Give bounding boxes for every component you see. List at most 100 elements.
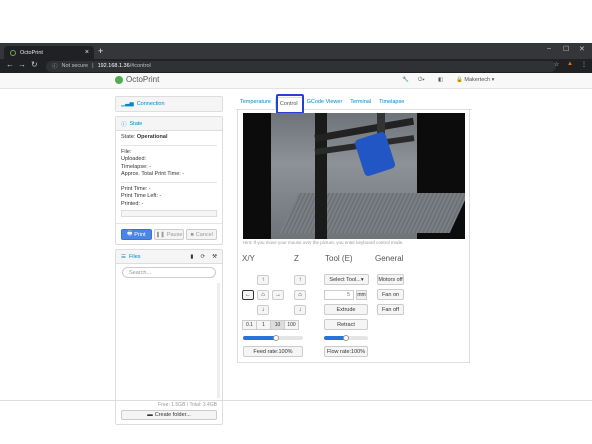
job-buttons: 🖶 Print ❚❚ Pause ■ Cancel [116, 227, 222, 244]
feed-rate-button[interactable]: Feed rate:100% [243, 346, 303, 357]
print-button[interactable]: 🖶 Print [121, 229, 152, 240]
brand[interactable]: OctoPrint [115, 75, 159, 84]
wrench-icon[interactable]: 🔧 [402, 77, 409, 83]
divider [121, 144, 217, 146]
state-header[interactable]: ⓘ State [116, 117, 222, 131]
tab-terminal[interactable]: Terminal [346, 96, 375, 109]
maximize-icon[interactable]: ☐ [563, 45, 569, 53]
jog-z-plus-button[interactable]: ↑ [294, 275, 306, 285]
file-icon[interactable]: ▮ [190, 254, 193, 260]
flow-rate-button[interactable]: Flow rate:100% [324, 346, 368, 357]
url-host: 192.168.1.36 [97, 63, 130, 69]
webcam-image [271, 113, 465, 239]
state-line: State: Operational [121, 134, 217, 142]
mm-unit: mm [356, 290, 367, 300]
feed-rate-fill [243, 336, 276, 340]
step-size-group: 0.1 1 10 100 [242, 320, 299, 330]
jog-y-minus-button[interactable]: ↓ [257, 305, 269, 315]
info-icon: ⓘ [52, 64, 58, 70]
jog-x-minus-button[interactable]: ← [242, 290, 254, 300]
home-xy-button[interactable]: ⌂ [257, 290, 269, 300]
tab-gcode-viewer[interactable]: GCode Viewer [303, 96, 347, 109]
url-path: /#control [129, 63, 151, 69]
browser-tab[interactable]: OctoPrint × [4, 46, 94, 59]
connection-header[interactable]: ▁▃▅ Connection [116, 97, 222, 111]
state-panel: ⓘ State State: Operational File: Uploaded… [115, 116, 223, 245]
address-bar[interactable]: ⓘ Not secure | 192.168.1.36/#control [46, 60, 556, 72]
info-circle-icon: ⓘ [121, 121, 127, 128]
notifications-icon[interactable]: ◧ [438, 77, 443, 83]
reload-icon[interactable]: ↻ [31, 60, 38, 69]
wrench-icon[interactable]: ⚒ [212, 254, 217, 260]
home-z-button[interactable]: ⌂ [294, 290, 306, 300]
select-tool-dropdown[interactable]: Select Tool... ▾ [324, 274, 369, 285]
z-heading: Z [294, 254, 299, 263]
step-button[interactable]: 100 [284, 320, 299, 330]
tab-temperature[interactable]: Temperature [236, 96, 275, 109]
motors-off-button[interactable]: Motors off [377, 274, 404, 285]
fan-on-button[interactable]: Fan on [377, 289, 404, 300]
menu-icon[interactable]: ⋮ [581, 61, 587, 68]
stop-icon: ■ [190, 231, 194, 238]
files-search-input[interactable]: Search... [122, 267, 216, 278]
url-divider: | [92, 63, 94, 69]
step-button[interactable]: 0.1 [242, 320, 257, 330]
files-header[interactable]: ☰ Files ▮ ⟳ ⚒ [116, 250, 222, 264]
jog-z-minus-button[interactable]: ↓ [294, 305, 306, 315]
files-scrollbar[interactable] [217, 283, 220, 398]
fan-off-label: Fan off [381, 306, 400, 313]
flow-rate-handle[interactable] [343, 335, 349, 341]
pause-label: Pause [166, 231, 183, 238]
retract-label: Retract [337, 321, 355, 328]
brand-name: OctoPrint [126, 75, 160, 84]
print-bed [279, 193, 465, 233]
keyboard-hint: Hint: If you move your mouse over the pi… [243, 240, 404, 245]
file-line: File: [121, 148, 132, 155]
divider [116, 223, 222, 224]
fan-off-button[interactable]: Fan off [377, 304, 404, 315]
feed-rate-handle[interactable] [273, 335, 279, 341]
print-label: Print [134, 231, 146, 238]
jog-y-plus-button[interactable]: ↑ [257, 275, 269, 285]
new-tab-icon[interactable]: + [98, 46, 103, 56]
list-icon: ☰ [121, 253, 126, 260]
storage-info: Free: 1.5GB / Total: 3.4GB [158, 402, 217, 408]
uploaded-line: Uploaded: [121, 156, 147, 162]
extrude-amount-input[interactable]: 5 [324, 290, 354, 300]
close-window-icon[interactable]: ✕ [579, 45, 585, 53]
create-folder-button[interactable]: ▬ Create folder... [121, 410, 217, 420]
retract-button[interactable]: Retract [324, 319, 368, 330]
approx-time-line: Approx. Total Print Time: - [121, 171, 185, 177]
refresh-icon[interactable]: ⟳ [200, 254, 205, 260]
webcam-stream[interactable] [243, 113, 465, 239]
user-name: Makertech [464, 77, 491, 83]
extension-icon[interactable]: ▲ [567, 61, 573, 67]
folder-icon: ▬ [147, 412, 153, 418]
jog-x-plus-button[interactable]: → [272, 290, 284, 300]
user-menu[interactable]: 🔒 Makertech ▾ [456, 77, 494, 83]
extrude-amount-value: 5 [346, 292, 350, 298]
print-time-line: Print Time: - [121, 185, 151, 192]
cancel-button[interactable]: ■ Cancel [186, 229, 218, 240]
page-bottom-divider [0, 400, 592, 401]
octoprint-favicon-icon [10, 49, 16, 56]
power-icon[interactable]: ⏻▾ [418, 77, 425, 84]
extrude-button[interactable]: Extrude [324, 304, 368, 315]
close-tab-icon[interactable]: × [85, 49, 89, 56]
minimize-icon[interactable]: – [547, 45, 551, 52]
star-icon[interactable]: ☆ [554, 61, 559, 68]
search-placeholder: Search... [129, 269, 152, 276]
state-label: State: [121, 134, 136, 140]
forward-icon[interactable]: → [18, 60, 26, 69]
files-title: Files [128, 253, 141, 260]
general-heading: General [375, 254, 404, 263]
create-folder-label: Create folder... [154, 412, 191, 418]
step-button[interactable]: 10 [270, 320, 285, 330]
caret-down-icon: ▾ [360, 276, 364, 283]
tab-timelapse[interactable]: Timelapse [375, 96, 408, 109]
pause-button[interactable]: ❚❚ Pause [153, 229, 185, 240]
connection-title: Connection [136, 101, 165, 107]
back-icon[interactable]: ← [6, 60, 14, 69]
step-button[interactable]: 1 [256, 320, 271, 330]
select-tool-label: Select Tool... [329, 276, 361, 283]
